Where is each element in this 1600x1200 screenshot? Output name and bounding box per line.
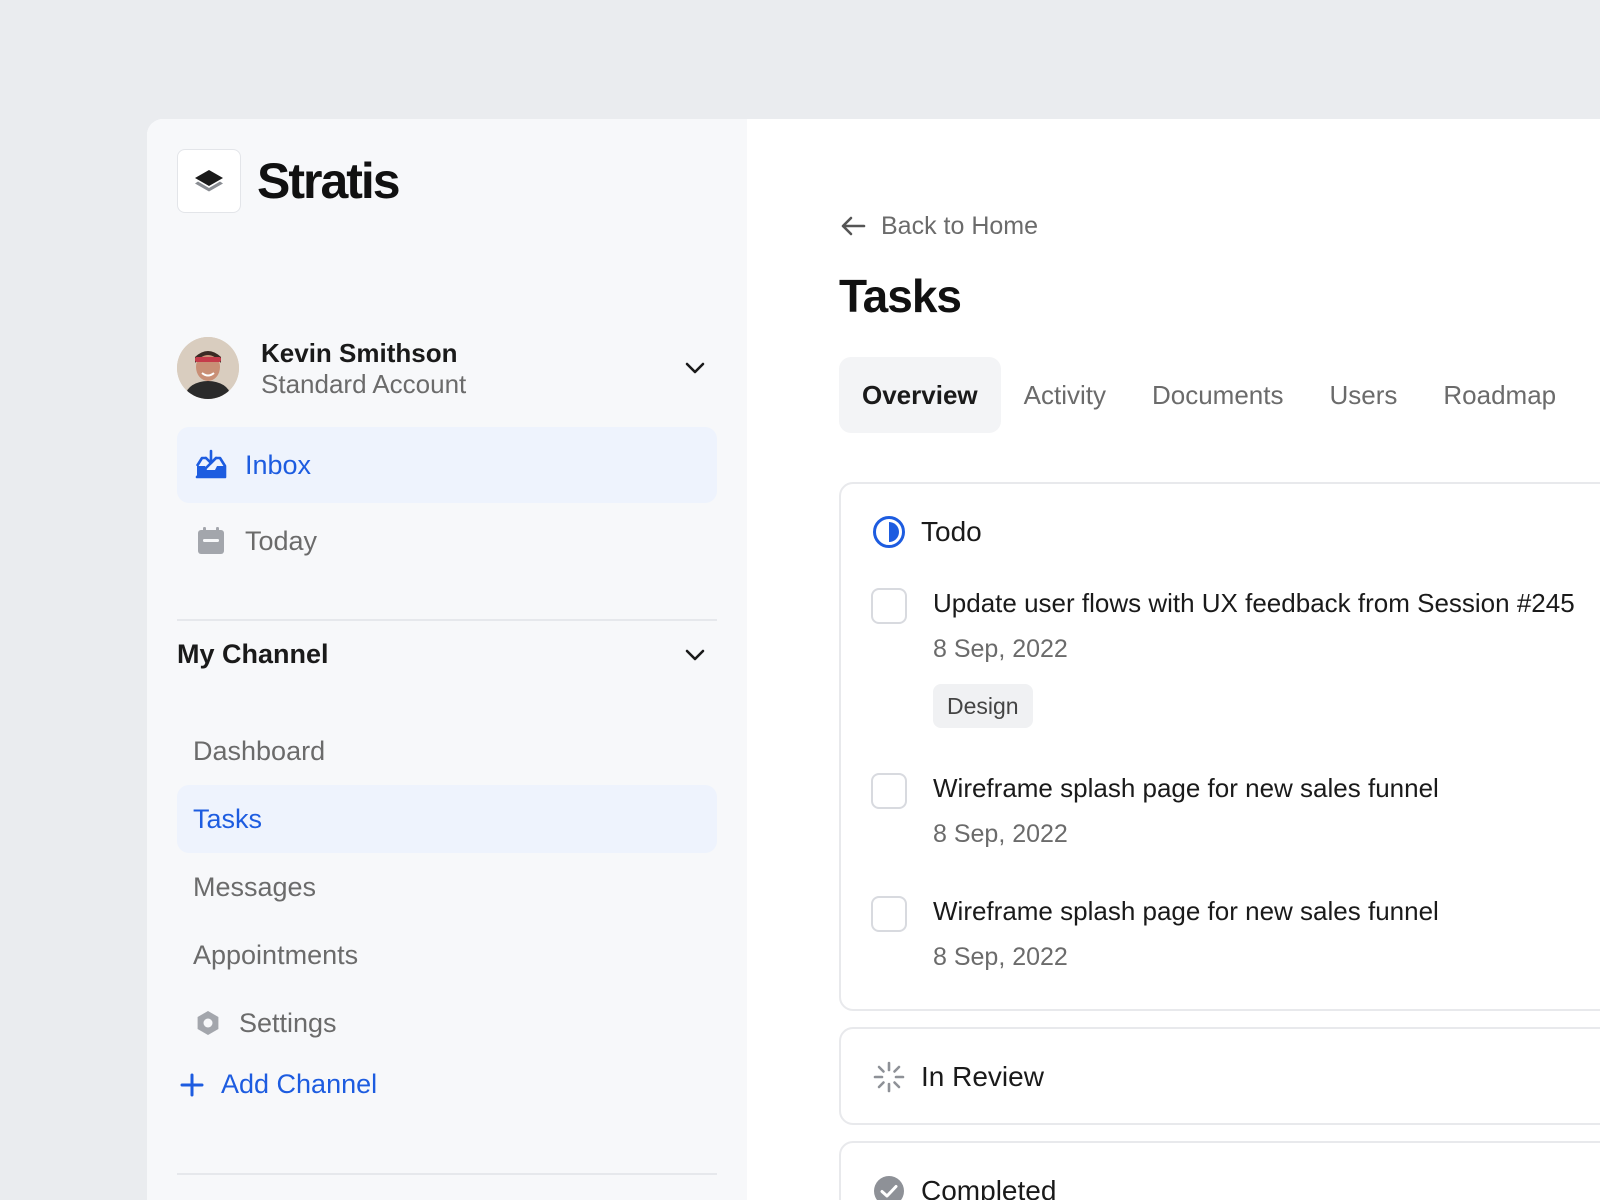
completed-label: Completed xyxy=(921,1175,1057,1200)
avatar xyxy=(177,337,239,399)
in-review-label: In Review xyxy=(921,1061,1044,1092)
sidebar-item-settings[interactable]: Settings xyxy=(177,989,717,1057)
back-link[interactable]: Back to Home xyxy=(839,211,1038,241)
arrow-left-icon xyxy=(839,211,869,241)
task-item: Wireframe splash page for new sales funn… xyxy=(871,894,1439,974)
task-item: Update user flows with UX feedback from … xyxy=(871,586,1575,728)
task-item: Wireframe splash page for new sales funn… xyxy=(871,771,1439,851)
completed-header[interactable]: Completed xyxy=(871,1173,1056,1200)
sidebar-item-messages[interactable]: Messages xyxy=(177,853,717,921)
brand[interactable]: Stratis xyxy=(177,149,401,213)
todo-label: Todo xyxy=(921,516,982,547)
nav-label-today: Today xyxy=(245,525,318,556)
sidebar-item-label: Appointments xyxy=(193,939,359,970)
todo-card: Todo Update user flows with UX feedback … xyxy=(839,482,1600,1011)
nav-label-inbox: Inbox xyxy=(245,449,312,480)
task-title[interactable]: Update user flows with UX feedback from … xyxy=(933,586,1575,620)
tab-documents[interactable]: Documents xyxy=(1129,357,1307,433)
sidebar-item-dashboard[interactable]: Dashboard xyxy=(177,717,717,785)
tab-bar: Overview Activity Documents Users Roadma… xyxy=(839,357,1579,433)
task-checkbox[interactable] xyxy=(871,896,907,932)
nav-item-today[interactable]: Today xyxy=(177,503,717,579)
todo-header[interactable]: Todo xyxy=(871,514,982,550)
sidebar-item-label: Messages xyxy=(193,871,317,902)
spinner-icon xyxy=(871,1059,907,1095)
in-review-header[interactable]: In Review xyxy=(871,1059,1044,1095)
gear-icon xyxy=(193,1008,223,1038)
brand-name: Stratis xyxy=(257,153,401,209)
task-date: 8 Sep, 2022 xyxy=(933,943,1068,971)
inbox-icon xyxy=(193,447,229,483)
sidebar: Stratis Kevin Smithson Standard Account xyxy=(147,119,747,1200)
task-checkbox[interactable] xyxy=(871,588,907,624)
sidebar-item-tasks[interactable]: Tasks xyxy=(177,785,717,853)
check-circle-icon xyxy=(871,1173,907,1200)
half-circle-icon xyxy=(871,514,907,550)
main-content: Back to Home Tasks Overview Activity Doc… xyxy=(747,119,1600,1200)
sidebar-item-appointments[interactable]: Appointments xyxy=(177,921,717,989)
user-switcher[interactable]: Kevin Smithson Standard Account xyxy=(177,337,717,399)
tab-users[interactable]: Users xyxy=(1306,357,1420,433)
sidebar-divider xyxy=(177,1173,717,1175)
channel-section-title: My Channel xyxy=(177,639,329,669)
sidebar-divider xyxy=(177,619,717,621)
task-date: 8 Sep, 2022 xyxy=(933,635,1068,663)
plus-icon xyxy=(177,1070,207,1100)
add-channel-button[interactable]: Add Channel xyxy=(177,1069,377,1100)
task-date: 8 Sep, 2022 xyxy=(933,820,1068,848)
add-channel-label: Add Channel xyxy=(221,1069,378,1099)
account-type: Standard Account xyxy=(261,369,467,399)
chevron-down-icon[interactable] xyxy=(681,641,709,669)
page-title: Tasks xyxy=(839,270,962,322)
app-window: Stratis Kevin Smithson Standard Account xyxy=(147,119,1600,1200)
sidebar-item-label: Settings xyxy=(239,1007,337,1038)
in-review-card[interactable]: In Review xyxy=(839,1027,1600,1125)
tab-roadmap[interactable]: Roadmap xyxy=(1420,357,1579,433)
chevron-down-icon[interactable] xyxy=(681,354,709,382)
back-label: Back to Home xyxy=(881,211,1039,240)
user-name: Kevin Smithson xyxy=(261,338,458,368)
nav-item-inbox[interactable]: Inbox xyxy=(177,427,717,503)
tab-activity[interactable]: Activity xyxy=(1001,357,1129,433)
task-title[interactable]: Wireframe splash page for new sales funn… xyxy=(933,894,1439,928)
completed-card[interactable]: Completed xyxy=(839,1141,1600,1200)
layers-icon xyxy=(177,149,241,213)
sidebar-item-label: Tasks xyxy=(193,803,263,834)
calendar-icon xyxy=(193,523,229,559)
task-title[interactable]: Wireframe splash page for new sales funn… xyxy=(933,771,1439,805)
task-checkbox[interactable] xyxy=(871,773,907,809)
channel-section-header[interactable]: My Channel xyxy=(177,639,717,670)
task-tag[interactable]: Design xyxy=(933,684,1033,728)
sidebar-item-label: Dashboard xyxy=(193,735,326,766)
tab-overview[interactable]: Overview xyxy=(839,357,1001,433)
